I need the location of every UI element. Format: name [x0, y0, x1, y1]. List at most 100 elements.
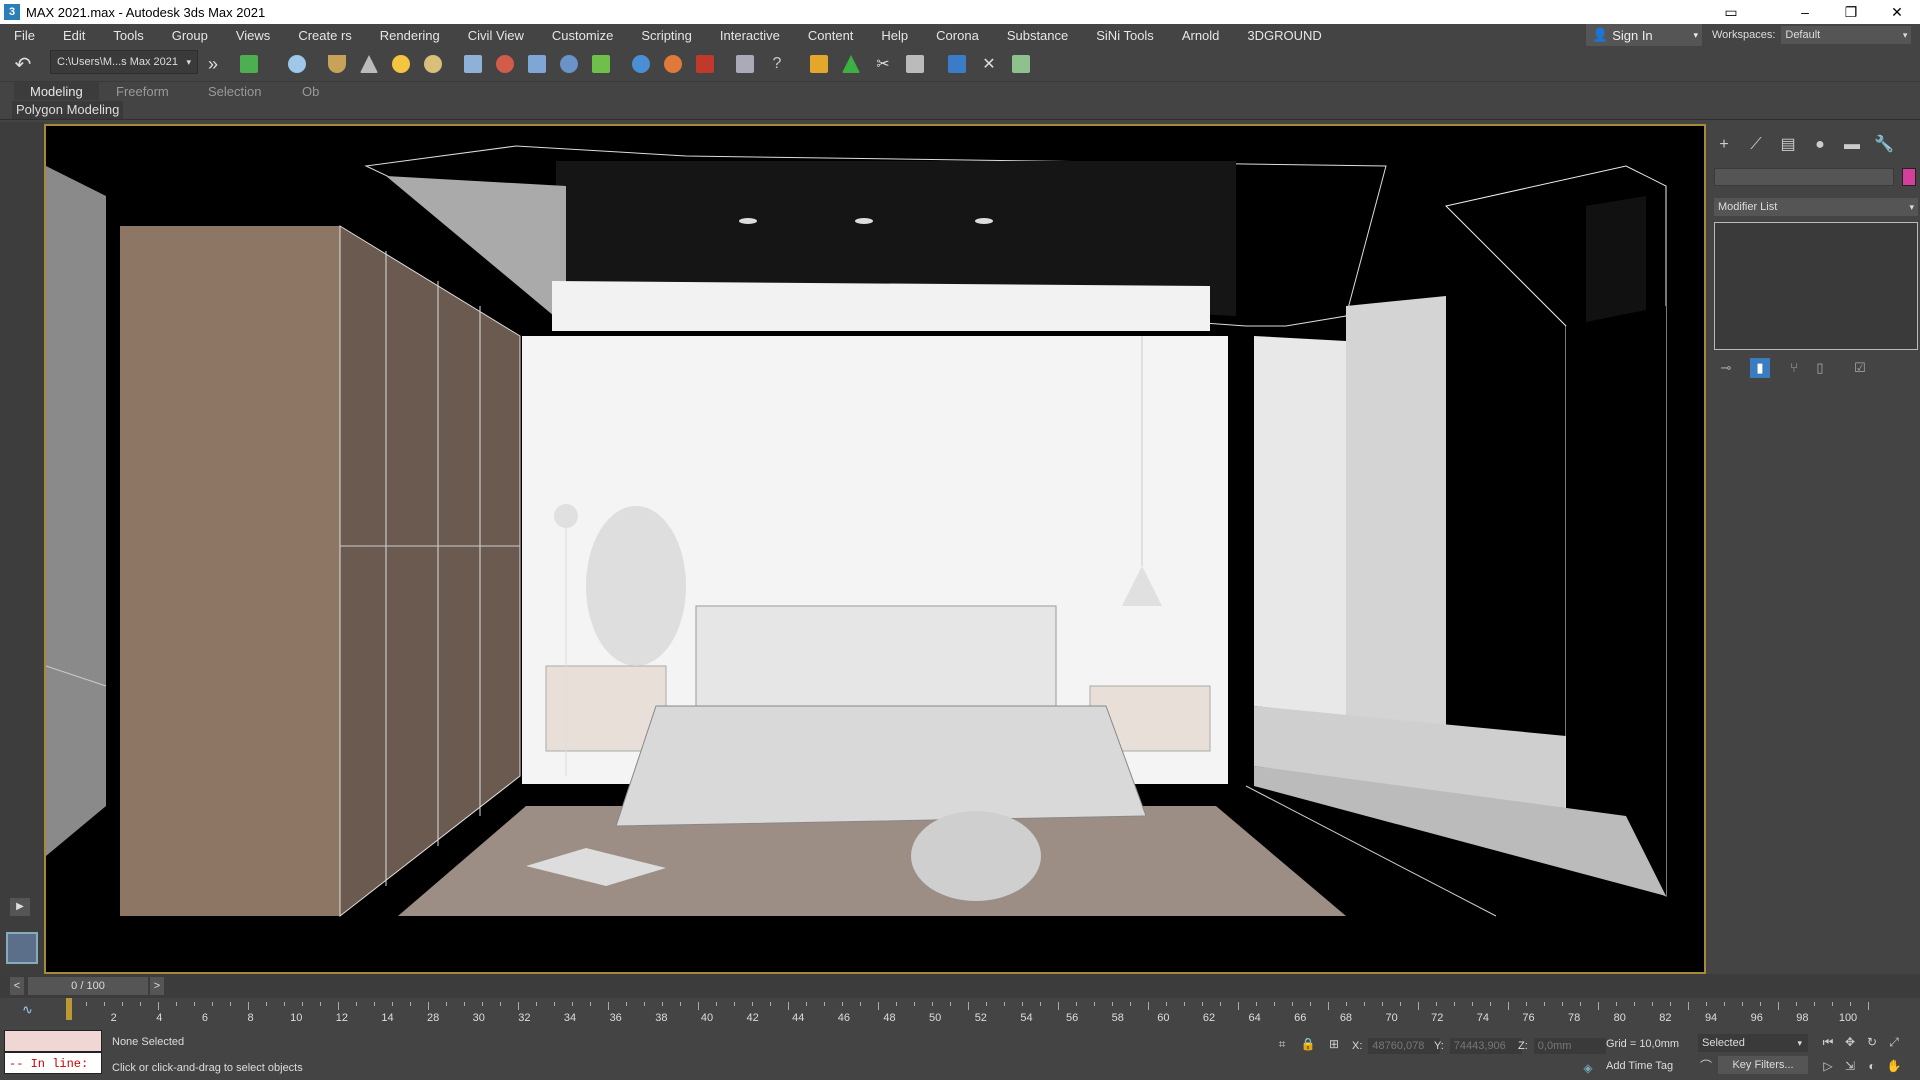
plant-icon[interactable]	[588, 51, 614, 77]
menu-corona[interactable]: Corona	[922, 28, 993, 43]
wrench-icon[interactable]: ✕	[976, 51, 1002, 77]
x-field[interactable]: 48760,078	[1368, 1038, 1441, 1054]
globe-icon[interactable]	[556, 51, 582, 77]
tab-selection[interactable]: Selection	[208, 82, 261, 102]
y-field[interactable]: 74443,906	[1449, 1038, 1522, 1054]
show-end-result-icon[interactable]: ▮	[1750, 358, 1770, 378]
menu-sini-tools[interactable]: SiNi Tools	[1082, 28, 1168, 43]
make-unique-icon[interactable]: ⑂	[1784, 358, 1804, 378]
sign-in-button[interactable]: 👤 Sign In ▾	[1586, 24, 1702, 46]
tools-icon[interactable]: ✂	[870, 51, 896, 77]
add-time-tag[interactable]: Add Time Tag	[1606, 1060, 1673, 1072]
scene-icon[interactable]	[732, 51, 758, 77]
zoom-icon[interactable]: ✥	[1842, 1034, 1858, 1050]
z-field[interactable]: 0,0mm	[1533, 1038, 1606, 1054]
next-frame-button[interactable]: >	[150, 977, 164, 995]
cone-icon[interactable]	[356, 51, 382, 77]
modifier-stack[interactable]	[1714, 222, 1918, 350]
track-bar[interactable]: ∿ 2 4 6 8 10 12 14 28 30 32 34 36 38 40 42 44 46 48 50 52 54…	[0, 998, 1920, 1026]
modifier-list-dropdown[interactable]: Modifier List ▾	[1714, 198, 1918, 216]
absolute-mode-icon[interactable]: ⊞	[1326, 1036, 1342, 1052]
forest-pack-icon[interactable]	[806, 51, 832, 77]
time-slider[interactable]: < 0 / 100 >	[0, 974, 1920, 998]
tray-icon[interactable]: ▭	[1708, 0, 1754, 24]
undo-icon[interactable]: ↶	[10, 51, 36, 77]
menu-help[interactable]: Help	[867, 28, 922, 43]
isolate-icon[interactable]: ⌗	[1274, 1036, 1290, 1052]
list-icon[interactable]	[1008, 51, 1034, 77]
material-sphere-icon[interactable]	[628, 51, 654, 77]
tab-freeform[interactable]: Freeform	[116, 82, 169, 102]
create-tab-icon[interactable]: +	[1712, 134, 1736, 156]
orbit-icon[interactable]: ↻	[1864, 1034, 1880, 1050]
hierarchy-tab-icon[interactable]: ▤	[1776, 134, 1800, 156]
menu-rendering[interactable]: Rendering	[366, 28, 454, 43]
playhead[interactable]	[66, 998, 72, 1020]
maximize-viewport-icon[interactable]: ⤢	[1886, 1034, 1902, 1050]
menu-edit[interactable]: Edit	[49, 28, 99, 43]
close-button[interactable]: ✕	[1874, 0, 1920, 24]
time-tag-icon[interactable]: ◈	[1580, 1060, 1596, 1076]
project-path-dropdown[interactable]: C:\Users\M...s Max 2021 ▾	[50, 50, 198, 74]
expand-play-icon[interactable]: ▶	[10, 898, 30, 916]
lock-icon[interactable]: 🔒	[1300, 1036, 1316, 1052]
help-icon[interactable]: ?	[764, 51, 790, 77]
curve-editor-icon[interactable]: ∿	[22, 1002, 33, 1018]
pin-stack-icon[interactable]: ⊸	[1716, 358, 1736, 378]
teapot-icon[interactable]	[284, 51, 310, 77]
utilities-tab-icon[interactable]: 🔧	[1872, 134, 1896, 156]
perspective-viewport[interactable]	[44, 124, 1706, 974]
walk-icon[interactable]: ⇲	[1842, 1058, 1858, 1074]
go-to-start-icon[interactable]: ⏮	[1820, 1034, 1836, 1050]
viewport-layout-button[interactable]	[6, 932, 38, 964]
modify-tab-icon[interactable]: ⟋	[1744, 134, 1768, 156]
key-filters-button[interactable]: Key Filters...	[1718, 1056, 1808, 1074]
railclone-icon[interactable]	[944, 51, 970, 77]
menu-substance[interactable]: Substance	[993, 28, 1082, 43]
field-of-view-icon[interactable]: ◐	[1864, 1058, 1880, 1074]
tree-icon[interactable]	[838, 51, 864, 77]
tab-object-paint[interactable]: Ob	[302, 82, 319, 102]
minimize-button[interactable]: –	[1782, 0, 1828, 24]
menu-create[interactable]: Create rs	[284, 28, 365, 43]
menu-scripting[interactable]: Scripting	[627, 28, 706, 43]
bolt-icon[interactable]	[492, 51, 518, 77]
menu-group[interactable]: Group	[158, 28, 222, 43]
maxscript-inline[interactable]: -- In line:	[4, 1052, 102, 1074]
restore-button[interactable]: ❐	[1828, 0, 1874, 24]
object-name-field[interactable]	[1714, 168, 1894, 186]
menu-content[interactable]: Content	[794, 28, 868, 43]
motion-tab-icon[interactable]: ●	[1808, 134, 1832, 156]
frame-indicator[interactable]: 0 / 100	[28, 977, 148, 995]
layer-icon[interactable]	[236, 51, 262, 77]
helper-icon[interactable]	[524, 51, 550, 77]
polygon-modeling-panel[interactable]: Polygon Modeling	[12, 101, 124, 119]
menu-3dground[interactable]: 3DGROUND	[1233, 28, 1335, 43]
dots-icon[interactable]	[660, 51, 686, 77]
menu-customize[interactable]: Customize	[538, 28, 627, 43]
maxscript-listener[interactable]	[4, 1030, 102, 1052]
table-icon[interactable]	[902, 51, 928, 77]
render-frame-icon[interactable]	[692, 51, 718, 77]
display-tab-icon[interactable]: ▬	[1840, 134, 1864, 156]
set-key-icon[interactable]: ⌒	[1698, 1058, 1714, 1074]
prev-frame-button[interactable]: <	[10, 977, 24, 995]
tab-modeling[interactable]: Modeling	[14, 82, 99, 102]
grid-select-icon[interactable]	[460, 51, 486, 77]
menu-views[interactable]: Views	[222, 28, 284, 43]
play-icon[interactable]: ▷	[1820, 1058, 1836, 1074]
menu-civil-view[interactable]: Civil View	[454, 28, 538, 43]
more-tools-icon[interactable]: »	[200, 51, 226, 77]
pan-icon[interactable]: ✋	[1886, 1058, 1902, 1074]
bowl-icon[interactable]	[324, 51, 350, 77]
object-color-swatch[interactable]	[1902, 168, 1916, 186]
key-mode-dropdown[interactable]: Selected ▾	[1698, 1034, 1808, 1052]
menu-file[interactable]: File	[0, 28, 49, 43]
configure-modifier-icon[interactable]: ☑	[1850, 358, 1870, 378]
menu-interactive[interactable]: Interactive	[706, 28, 794, 43]
menu-arnold[interactable]: Arnold	[1168, 28, 1234, 43]
sun-icon[interactable]	[388, 51, 414, 77]
workspaces-dropdown[interactable]: Default ▾	[1781, 26, 1912, 44]
sphere-icon[interactable]	[420, 51, 446, 77]
menu-tools[interactable]: Tools	[99, 28, 157, 43]
